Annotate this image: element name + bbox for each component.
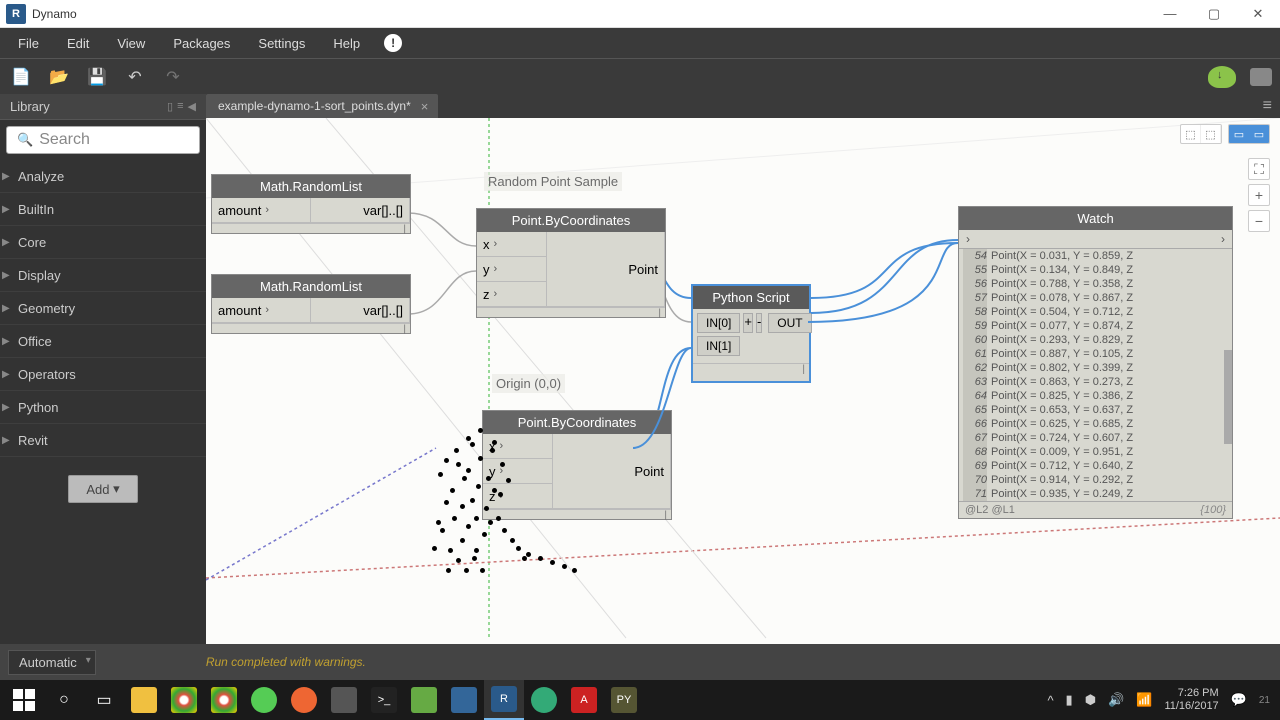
- tab-name: example-dynamo-1-sort_points.dyn*: [218, 99, 411, 113]
- python-console-icon[interactable]: PY: [604, 680, 644, 720]
- cortana-icon[interactable]: ○: [44, 680, 84, 720]
- graph-canvas[interactable]: Math.RandomList amount› var[]..[] Math.R…: [206, 118, 1280, 680]
- battery-icon[interactable]: ▮: [1066, 692, 1073, 708]
- search-input[interactable]: 🔍 Search: [6, 126, 200, 154]
- tab-menu-icon[interactable]: ≡: [1255, 97, 1280, 115]
- toolbar: 📄 📂 💾 ↶ ↷: [0, 58, 1280, 94]
- wifi-icon[interactable]: 📶: [1136, 692, 1152, 708]
- screenshot-icon[interactable]: [1250, 68, 1272, 86]
- title-bar: R Dynamo — ▢ ✕: [0, 0, 1280, 28]
- system-tray: ^ ▮ ⬢ 🔊 📶 7:26 PM 11/16/2017 💬 21: [1047, 687, 1276, 713]
- tray-chevron-icon[interactable]: ^: [1047, 693, 1053, 708]
- menu-bar: File Edit View Packages Settings Help !: [0, 28, 1280, 58]
- notification-count: 21: [1259, 695, 1270, 706]
- menu-settings[interactable]: Settings: [244, 32, 319, 55]
- category-office[interactable]: ▶Office: [0, 325, 206, 358]
- minimize-button[interactable]: —: [1148, 0, 1192, 28]
- category-builtin[interactable]: ▶BuiltIn: [0, 193, 206, 226]
- windows-taskbar: ○ ▭ >_ R A PY ^ ▮ ⬢ 🔊 📶 7:26 PM 11/16/20…: [0, 680, 1280, 720]
- category-display[interactable]: ▶Display: [0, 259, 206, 292]
- acrobat-icon[interactable]: A: [564, 680, 604, 720]
- cloud-download-icon[interactable]: [1208, 66, 1236, 88]
- chrome-icon[interactable]: [164, 680, 204, 720]
- tab-close-icon[interactable]: ×: [421, 99, 429, 114]
- maximize-button[interactable]: ▢: [1192, 0, 1236, 28]
- close-button[interactable]: ✕: [1236, 0, 1280, 28]
- file-explorer-icon[interactable]: [124, 680, 164, 720]
- menu-edit[interactable]: Edit: [53, 32, 103, 55]
- taskview-icon[interactable]: ▭: [84, 680, 124, 720]
- category-revit[interactable]: ▶Revit: [0, 424, 206, 457]
- redo-icon[interactable]: ↷: [160, 64, 186, 90]
- search-icon: 🔍: [17, 132, 33, 148]
- dynamo-icon[interactable]: [404, 680, 444, 720]
- tab-bar: example-dynamo-1-sort_points.dyn* × ≡: [206, 94, 1280, 118]
- category-python[interactable]: ▶Python: [0, 391, 206, 424]
- undo-icon[interactable]: ↶: [122, 64, 148, 90]
- lib-view-icon[interactable]: ▯: [167, 100, 173, 113]
- notifications-icon[interactable]: 💬: [1231, 692, 1247, 708]
- start-button[interactable]: [4, 680, 44, 720]
- library-sidebar: Library ▯ ≡ ◀ 🔍 Search ▶Analyze ▶BuiltIn ▶…: [0, 94, 206, 680]
- category-core[interactable]: ▶Core: [0, 226, 206, 259]
- warning-icon[interactable]: !: [384, 34, 402, 52]
- app-icon-teal[interactable]: [524, 680, 564, 720]
- category-geometry[interactable]: ▶Geometry: [0, 292, 206, 325]
- category-operators[interactable]: ▶Operators: [0, 358, 206, 391]
- app-icon-orange[interactable]: [284, 680, 324, 720]
- clock[interactable]: 7:26 PM 11/16/2017: [1164, 687, 1218, 713]
- library-header: Library ▯ ≡ ◀: [0, 94, 206, 120]
- lib-collapse-icon[interactable]: ◀: [188, 100, 196, 113]
- window-title: Dynamo: [32, 7, 77, 21]
- category-analyze[interactable]: ▶Analyze: [0, 160, 206, 193]
- dropbox-icon[interactable]: ⬢: [1085, 692, 1096, 708]
- menu-file[interactable]: File: [4, 32, 53, 55]
- app-icon-green[interactable]: [244, 680, 284, 720]
- run-mode-dropdown[interactable]: Automatic: [8, 650, 96, 675]
- volume-icon[interactable]: 🔊: [1108, 692, 1124, 708]
- save-icon[interactable]: 💾: [84, 64, 110, 90]
- menu-view[interactable]: View: [103, 32, 159, 55]
- revit-icon[interactable]: R: [484, 680, 524, 720]
- app-icon: R: [6, 4, 26, 24]
- chrome-canary-icon[interactable]: [204, 680, 244, 720]
- add-button[interactable]: Add ▾: [68, 475, 138, 503]
- menu-packages[interactable]: Packages: [159, 32, 244, 55]
- lib-tree-icon[interactable]: ≡: [177, 100, 183, 113]
- terminal-icon[interactable]: >_: [364, 680, 404, 720]
- sublime-icon[interactable]: [324, 680, 364, 720]
- new-file-icon[interactable]: 📄: [8, 64, 34, 90]
- workspace-tab[interactable]: example-dynamo-1-sort_points.dyn* ×: [206, 94, 438, 118]
- menu-help[interactable]: Help: [319, 32, 374, 55]
- wires: [206, 118, 1280, 680]
- clock-date: 11/16/2017: [1164, 700, 1218, 713]
- library-title: Library: [10, 99, 50, 114]
- search-placeholder: Search: [39, 131, 90, 149]
- open-file-icon[interactable]: 📂: [46, 64, 72, 90]
- clock-time: 7:26 PM: [1164, 687, 1218, 700]
- navisworks-icon[interactable]: [444, 680, 484, 720]
